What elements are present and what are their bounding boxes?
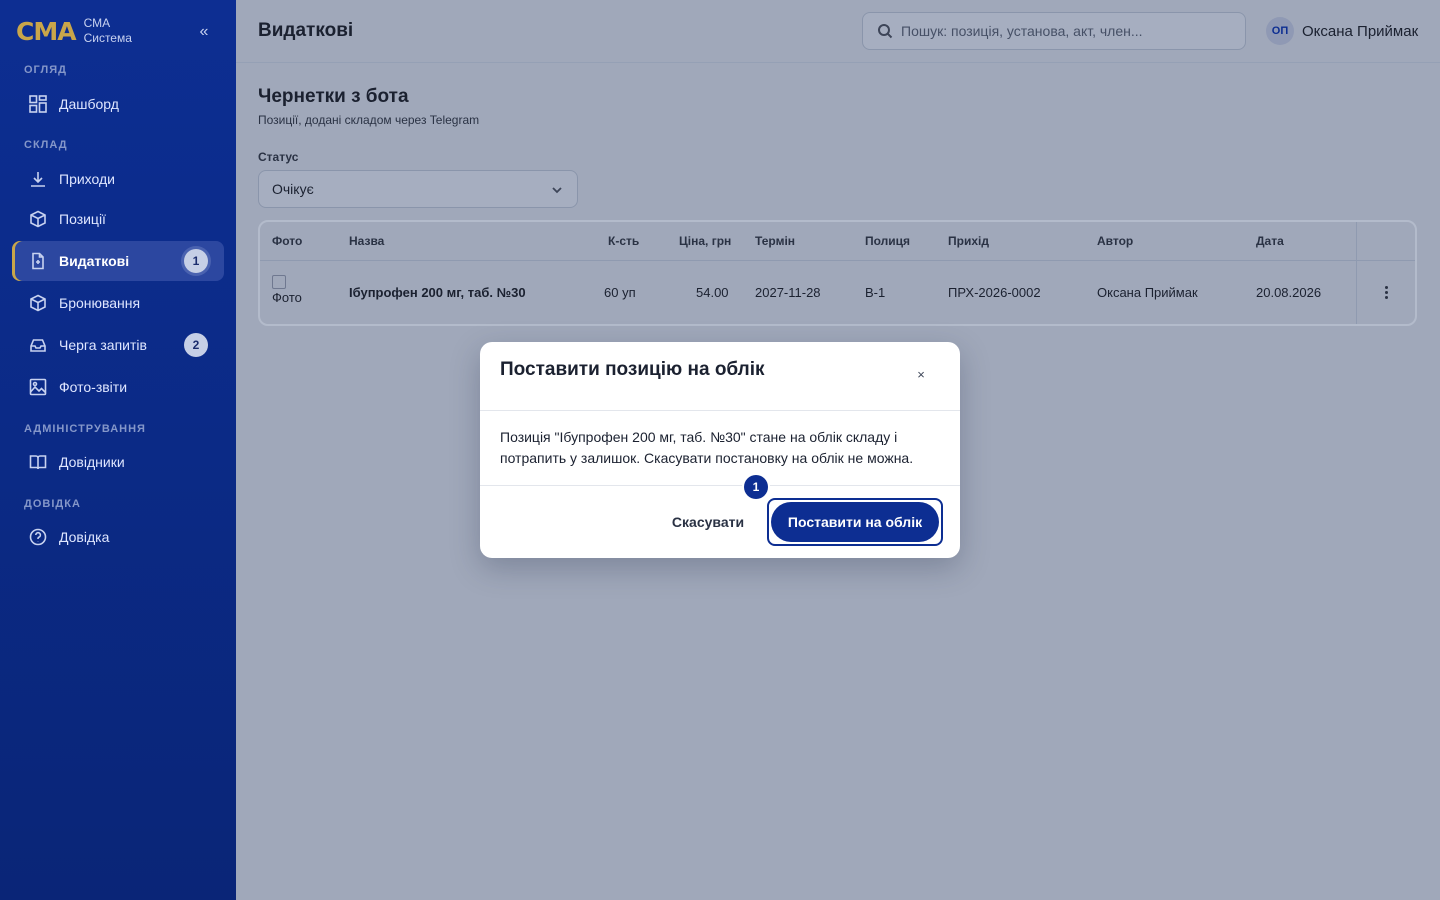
column-header-name: Назва [349,234,385,248]
dialog-message: Позиція "Ібупрофен 200 мг, таб. №30" ста… [500,429,914,466]
inbox-icon [28,335,48,355]
cell-date: 20.08.2026 [1256,285,1322,300]
column-header-date: Дата [1256,234,1284,248]
avatar: ОП [1266,17,1294,45]
section-subtitle: Позиції, додані складом через Telegram [258,113,480,127]
cell-term: 2027-11-28 [755,285,821,300]
book-icon [28,452,48,472]
search-icon [878,24,893,39]
brand-name: СМА [83,16,111,30]
collapse-sidebar-button[interactable]: « [194,22,214,42]
column-header-qty: К-сть [608,234,640,248]
column-header-photo: Фото [272,234,303,248]
sidebar-item-label: Позиції [59,211,106,227]
dashboard-icon [28,94,48,114]
brand[interactable]: CMA СМА Система [16,16,132,46]
sidebar-item-label: Довідка [59,529,110,545]
dialog-divider [480,485,960,486]
sidebar-item-help[interactable]: Довідка [12,517,224,557]
help-icon [28,527,48,547]
column-header-term: Термін [755,234,796,248]
search-box[interactable] [862,12,1246,50]
sidebar-item-label: Бронювання [59,295,141,311]
drafts-table: Фото Назва К-сть Ціна, грн Термін Полиця… [258,220,1417,326]
nav-section-help: ДОВІДКА [24,498,81,510]
close-icon[interactable]: × [912,366,930,384]
box-icon [28,293,48,313]
cell-shelf: В-1 [865,285,886,300]
page-title: Видаткові [258,20,354,41]
dialog-title: Поставити позицію на облік [500,359,765,380]
sidebar-item-photo-reports[interactable]: Фото-звіти [12,367,224,407]
box-icon [28,209,48,229]
sidebar-item-receipts[interactable]: Приходи [12,159,224,199]
sidebar-item-positions[interactable]: Позиції [12,199,224,239]
more-actions-icon[interactable] [1378,285,1394,301]
nav-section-admin: АДМІНІСТРУВАННЯ [24,423,146,435]
cancel-button[interactable]: Скасувати [660,499,756,545]
download-icon [28,169,48,189]
nav-section-warehouse: СКЛАД [24,139,68,151]
column-header-author: Автор [1097,234,1134,248]
status-filter-select[interactable]: Очікує [258,170,578,208]
sidebar: CMA СМА Система « ОГЛЯД Дашборд СКЛАД Пр… [0,0,236,900]
cell-price: 54.00 [696,285,729,300]
item-photo-alt: Фото [272,290,302,305]
document-icon [28,251,48,271]
table-row[interactable]: Фото Ібупрофен 200 мг, таб. №30 60 уп 54… [260,261,1415,324]
item-photo: Фото [272,275,302,305]
table-header: Фото Назва К-сть Ціна, грн Термін Полиця… [260,222,1415,261]
nav-count-badge: 2 [184,333,208,357]
step-marker: 1 [744,475,768,499]
brand-tagline: Система [83,31,132,45]
column-header-receipt: Прихід [948,234,989,248]
sidebar-item-label: Видаткові [59,253,130,269]
image-icon [28,377,48,397]
sidebar-item-expenses[interactable]: Видаткові 1 [12,241,224,281]
cell-author: Оксана Приймак [1097,285,1198,300]
sidebar-item-dashboard[interactable]: Дашборд [12,84,224,124]
nav-count-badge: 1 [184,249,208,273]
actions-column [1356,222,1415,324]
sidebar-item-label: Довідники [59,454,125,470]
status-filter-label: Статус [258,150,299,164]
user-name: Оксана Приймак [1302,22,1419,40]
cell-qty: 60 уп [604,285,636,300]
column-header-shelf: Полиця [865,234,911,248]
cell-name: Ібупрофен 200 мг, таб. №30 [349,285,526,300]
sidebar-item-label: Черга запитів [59,337,147,353]
sidebar-item-label: Фото-звіти [59,379,128,395]
chevron-down-icon [552,187,562,194]
topbar: Видаткові ОП Оксана Приймак [236,0,1440,63]
broken-image-icon [272,275,286,289]
sidebar-item-directories[interactable]: Довідники [12,442,224,482]
nav-section-overview: ОГЛЯД [24,64,67,76]
status-filter-value: Очікує [272,181,314,197]
user-menu[interactable]: ОП Оксана Приймак [1266,17,1418,45]
sidebar-item-request-queue[interactable]: Черга запитів 2 [12,325,224,365]
brand-text: СМА Система [84,16,132,46]
sidebar-item-label: Дашборд [59,96,119,112]
column-header-price: Ціна, грн [679,234,732,248]
sidebar-item-reservations[interactable]: Бронювання [12,283,224,323]
sidebar-item-label: Приходи [59,171,115,187]
confirm-register-button[interactable]: Поставити на облік [771,502,939,542]
section-title: Чернетки з бота [258,86,409,107]
search-input[interactable] [901,23,1231,39]
brand-logo: CMA [16,16,77,46]
dialog-divider [480,410,960,411]
cell-receipt: ПРХ-2026-0002 [948,285,1041,300]
